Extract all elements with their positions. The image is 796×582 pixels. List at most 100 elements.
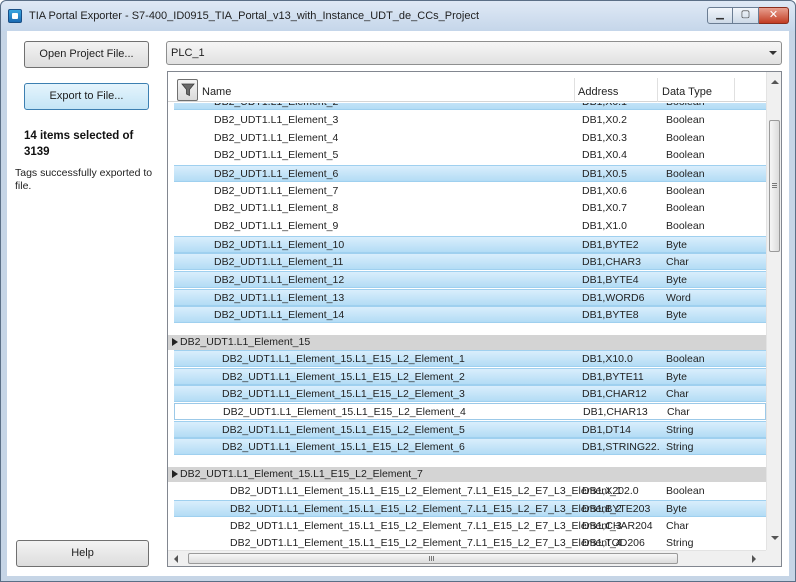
cell-address: DB1,TOD206: [582, 537, 645, 549]
table-row[interactable]: DB2_UDT1.L1_Element_8 DB1,X0.7 Boolean: [174, 200, 766, 217]
cell-data-type: Boolean: [666, 168, 705, 180]
group-header-element-15[interactable]: DB2_UDT1.L1_Element_15: [168, 335, 766, 350]
table-row[interactable]: DB2_UDT1.L1_Element_15.L1_E15_L2_Element…: [174, 368, 766, 385]
cell-data-type: Boolean: [666, 132, 705, 144]
grip-line: [429, 556, 430, 561]
selection-count: 14 items selected of 3139: [24, 130, 134, 158]
cell-name: DB2_UDT1.L1_Element_15.L1_E15_L2_Element…: [222, 353, 465, 365]
chevron-down-icon[interactable]: [769, 51, 777, 55]
app-window: TIA Portal Exporter - S7-400_ID0915_TIA_…: [0, 0, 796, 582]
column-divider[interactable]: [657, 78, 658, 102]
table-row[interactable]: DB2_UDT1.L1_Element_9 DB1,X1.0 Boolean: [174, 218, 766, 235]
column-divider[interactable]: [734, 78, 735, 102]
table-row[interactable]: DB2_UDT1.L1_Element_13 DB1,WORD6 Word: [174, 289, 766, 306]
cell-name: DB2_UDT1.L1_Element_2: [214, 103, 338, 111]
table-row[interactable]: DB2_UDT1.L1_Element_11 DB1,CHAR3 Char: [174, 253, 766, 270]
grip-line: [772, 187, 777, 188]
table-row[interactable]: DB2_UDT1.L1_Element_3 DB1,X0.2 Boolean: [174, 112, 766, 129]
expand-triangle-icon[interactable]: [172, 338, 178, 346]
table-row[interactable]: DB2_UDT1.L1_Element_15.L1_E15_L2_Element…: [174, 483, 766, 500]
table-row[interactable]: DB2_UDT1.L1_Element_14 DB1,BYTE8 Byte: [174, 306, 766, 323]
table-row[interactable]: DB2_UDT1.L1_Element_2 DB1,X0.1 Boolean: [174, 103, 766, 110]
cell-address: DB1,X0.4: [582, 149, 627, 161]
client-area: Open Project File... Export to File... 1…: [7, 31, 789, 576]
column-header-address[interactable]: Address: [578, 86, 618, 98]
tags-grid[interactable]: Name Address Data Type DB2_UDT1.L1_Eleme…: [167, 71, 782, 567]
cell-data-type: Boolean: [666, 220, 705, 232]
table-row[interactable]: DB2_UDT1.L1_Element_12 DB1,BYTE4 Byte: [174, 271, 766, 288]
table-row[interactable]: DB2_UDT1.L1_Element_15.L1_E15_L2_Element…: [174, 385, 766, 402]
cell-data-type: Char: [667, 406, 690, 418]
table-row-focused[interactable]: DB2_UDT1.L1_Element_15.L1_E15_L2_Element…: [174, 403, 766, 420]
cell-name: DB2_UDT1.L1_Element_15.L1_E15_L2_Element…: [222, 388, 465, 400]
cell-data-type: Byte: [666, 309, 688, 321]
table-row[interactable]: DB2_UDT1.L1_Element_15.L1_E15_L2_Element…: [174, 500, 766, 517]
close-button[interactable]: ✕: [759, 7, 789, 24]
cell-name: DB2_UDT1.L1_Element_15.L1_E15_L2_Element…: [230, 503, 622, 515]
export-to-file-button[interactable]: Export to File...: [24, 83, 149, 110]
table-row[interactable]: DB2_UDT1.L1_Element_15.L1_E15_L2_Element…: [174, 518, 766, 535]
table-row[interactable]: DB2_UDT1.L1_Element_15.L1_E15_L2_Element…: [174, 350, 766, 367]
cell-data-type: String: [666, 424, 694, 436]
title-bar[interactable]: TIA Portal Exporter - S7-400_ID0915_TIA_…: [1, 1, 795, 31]
cell-address: DB1,BYTE203: [582, 503, 651, 515]
cell-name: DB2_UDT1.L1_Element_15.L1_E15_L2_Element…: [222, 441, 465, 453]
maximize-button[interactable]: ▢: [733, 7, 759, 24]
table-row[interactable]: DB2_UDT1.L1_Element_15.L1_E15_L2_Element…: [174, 421, 766, 438]
table-row[interactable]: DB2_UDT1.L1_Element_7 DB1,X0.6 Boolean: [174, 183, 766, 200]
cell-name: DB2_UDT1.L1_Element_15.L1_E15_L2_Element…: [222, 371, 465, 383]
column-header-data-type[interactable]: Data Type: [662, 86, 712, 98]
cell-address: DB1,STRING22.1: [582, 441, 660, 453]
table-row[interactable]: DB2_UDT1.L1_Element_6 DB1,X0.5 Boolean: [174, 165, 766, 182]
group-label: DB2_UDT1.L1_Element_15: [180, 336, 311, 348]
vertical-scrollbar[interactable]: [766, 72, 781, 550]
cell-data-type: Boolean: [666, 149, 705, 161]
cell-name: DB2_UDT1.L1_Element_5: [214, 149, 339, 161]
scroll-left-arrow-icon[interactable]: [174, 555, 178, 563]
minimize-button[interactable]: ▁: [707, 7, 733, 24]
scroll-down-arrow-icon[interactable]: [771, 536, 779, 540]
cell-address: DB1,X0.5: [582, 168, 627, 180]
group-header-element-15-7[interactable]: DB2_UDT1.L1_Element_15.L1_E15_L2_Element…: [168, 467, 766, 482]
horizontal-scroll-thumb[interactable]: [188, 553, 678, 564]
cell-data-type: Word: [666, 292, 691, 304]
column-divider[interactable]: [574, 78, 575, 102]
table-row[interactable]: DB2_UDT1.L1_Element_15.L1_E15_L2_Element…: [174, 535, 766, 549]
cell-address: DB1,X202.0: [582, 485, 639, 497]
vertical-scroll-thumb[interactable]: [769, 120, 780, 252]
filter-button[interactable]: [177, 79, 198, 101]
cell-address: DB1,X0.6: [582, 185, 627, 197]
cell-address: DB1,BYTE4: [582, 274, 639, 286]
table-row[interactable]: DB2_UDT1.L1_Element_10 DB1,BYTE2 Byte: [174, 236, 766, 253]
cell-name: DB2_UDT1.L1_Element_8: [214, 202, 339, 214]
table-row[interactable]: DB2_UDT1.L1_Element_4 DB1,X0.3 Boolean: [174, 130, 766, 147]
scroll-right-arrow-icon[interactable]: [752, 555, 756, 563]
cell-name: DB2_UDT1.L1_Element_4: [214, 132, 339, 144]
scroll-up-arrow-icon[interactable]: [771, 80, 779, 84]
table-row[interactable]: DB2_UDT1.L1_Element_15.L1_E15_L2_Element…: [174, 438, 766, 455]
cell-address: DB1,BYTE11: [582, 371, 644, 383]
column-header-name[interactable]: Name: [202, 86, 231, 98]
cell-data-type: Byte: [666, 239, 688, 251]
cell-data-type: Boolean: [666, 114, 705, 126]
help-button[interactable]: Help: [16, 540, 149, 567]
plc-selector[interactable]: PLC_1: [166, 41, 782, 65]
expand-triangle-icon[interactable]: [172, 470, 178, 478]
grip-line: [772, 183, 777, 184]
open-project-button[interactable]: Open Project File...: [24, 41, 149, 68]
cell-address: DB1,X10.0: [582, 353, 633, 365]
cell-data-type: Boolean: [666, 202, 705, 214]
cell-data-type: Char: [666, 388, 689, 400]
cell-name: DB2_UDT1.L1_Element_13: [214, 292, 345, 304]
cell-address: DB1,X0.7: [582, 202, 627, 214]
grid-header: Name Address Data Type: [168, 72, 766, 102]
grip-line: [772, 185, 777, 186]
cell-data-type: String: [666, 441, 694, 453]
horizontal-scrollbar[interactable]: [168, 550, 766, 566]
cell-data-type: Boolean: [666, 485, 705, 497]
grip-line: [431, 556, 432, 561]
cell-data-type: Boolean: [666, 103, 736, 111]
app-icon: [8, 9, 22, 23]
filter-icon: [181, 83, 195, 97]
table-row[interactable]: DB2_UDT1.L1_Element_5 DB1,X0.4 Boolean: [174, 147, 766, 164]
